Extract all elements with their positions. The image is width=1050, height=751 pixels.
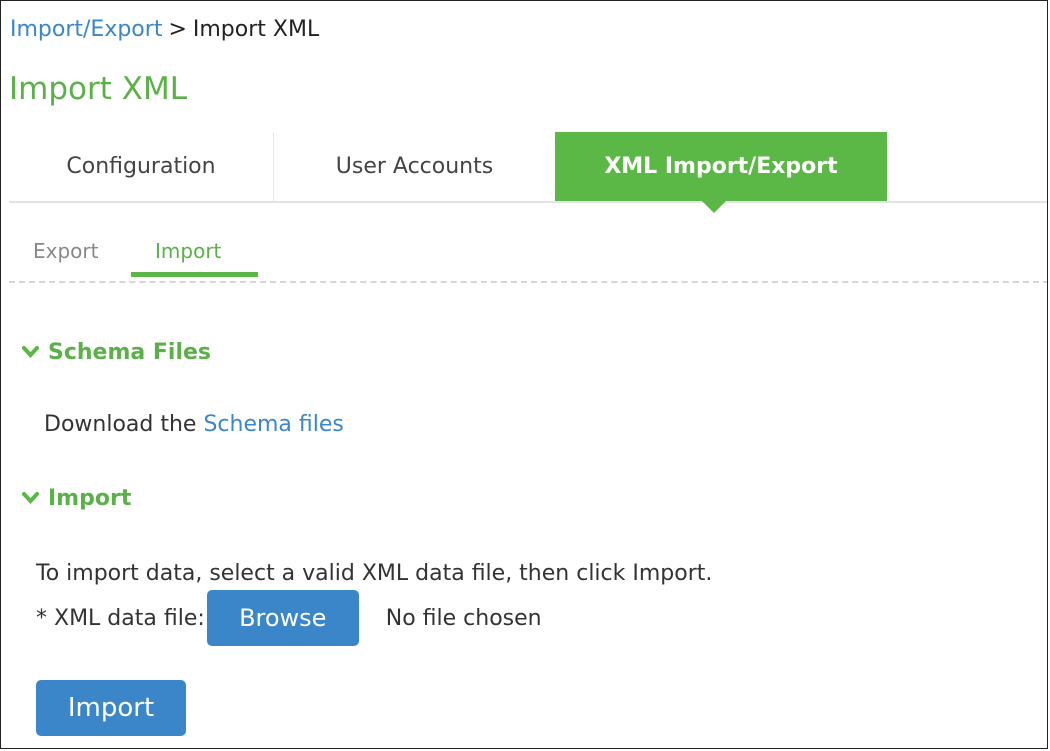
chevron-down-icon [21, 486, 48, 511]
main-tabs: Configuration User Accounts XML Import/E… [9, 132, 1047, 203]
page-frame: Import/Export > Import XML Import XML Conf… [0, 0, 1048, 749]
browse-button[interactable]: Browse [206, 590, 359, 646]
tab-user-accounts[interactable]: User Accounts [275, 132, 554, 201]
active-tab-caret [702, 201, 726, 213]
page-title: Import XML [9, 71, 187, 107]
breadcrumb-current: Import XML [192, 17, 320, 42]
schema-files-section-toggle[interactable]: Schema Files [21, 340, 212, 365]
tab-configuration[interactable]: Configuration [9, 132, 274, 201]
schema-files-link[interactable]: Schema files [203, 412, 343, 437]
chevron-down-icon [21, 340, 48, 365]
import-heading: Import [48, 486, 132, 511]
download-text: Download the [44, 412, 197, 437]
breadcrumb-separator: > [168, 17, 187, 42]
download-schema-line: Download the Schema files [44, 412, 344, 437]
file-input-row: * XML data file: Browse No file chosen [36, 590, 542, 646]
active-subtab-underline [131, 272, 258, 277]
file-status: No file chosen [385, 605, 542, 631]
import-button[interactable]: Import [36, 680, 186, 736]
breadcrumb: Import/Export > Import XML [10, 17, 319, 42]
import-instructions: To import data, select a valid XML data … [36, 561, 713, 586]
tab-xml-import-export[interactable]: XML Import/Export [555, 132, 887, 201]
xml-data-file-label: * XML data file: [36, 605, 205, 631]
schema-files-heading: Schema Files [48, 340, 212, 365]
breadcrumb-link-import-export[interactable]: Import/Export [10, 17, 162, 42]
import-section-toggle[interactable]: Import [21, 486, 132, 511]
sub-tabs: Export Import [9, 231, 1047, 283]
subtab-export[interactable]: Export [33, 239, 98, 263]
subtab-import[interactable]: Import [155, 239, 221, 263]
